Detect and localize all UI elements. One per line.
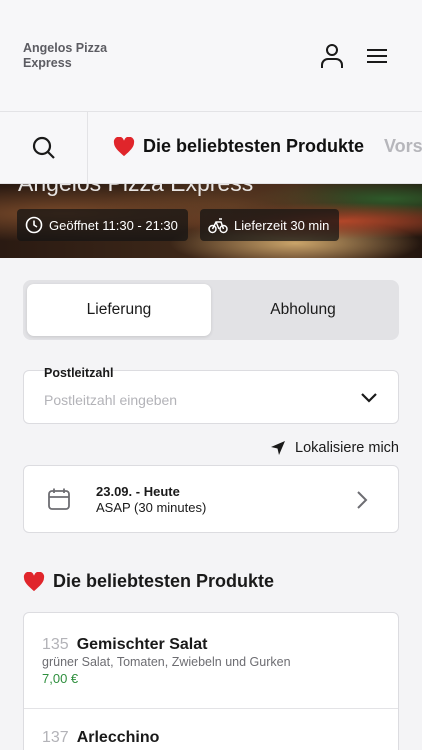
category-tab-next[interactable]: Vors: [384, 136, 422, 157]
clock-icon: [25, 216, 43, 234]
product-title: 135 Gemischter Salat: [42, 636, 207, 654]
order-type-toggle: Lieferung Abholung: [23, 280, 399, 340]
app-header: Angelos Pizza Express: [0, 0, 422, 112]
delivery-slot: ASAP (30 minutes): [96, 500, 207, 515]
pickup-option[interactable]: Abholung: [211, 284, 395, 336]
locate-me-label: Lokalisiere mich: [295, 440, 399, 456]
product-description: grüner Salat, Tomaten, Zwiebeln und Gurk…: [42, 655, 291, 669]
opening-hours-badge: Geöffnet 11:30 - 21:30: [17, 209, 188, 241]
category-tab-label: Die beliebtesten Produkte: [143, 136, 365, 156]
delivery-time-badge: Lieferzeit 30 min: [200, 209, 340, 241]
heart-icon: [23, 571, 45, 591]
product-item[interactable]: 135 Gemischter Salat grüner Salat, Tomat…: [24, 613, 398, 709]
restaurant-title: Angelos Pizza Express: [18, 184, 253, 197]
location-arrow-icon: [271, 441, 286, 455]
section-title-text: Die beliebtesten Produkte: [53, 571, 275, 591]
product-name: Gemischter Salat: [76, 636, 208, 653]
search-icon: [32, 136, 55, 159]
search-button[interactable]: [0, 112, 88, 183]
category-bar: Die beliebtesten Produkte Vors: [0, 112, 422, 184]
menu-icon[interactable]: [364, 42, 390, 70]
opening-hours-text: Geöffnet 11:30 - 21:30: [49, 217, 178, 233]
hero-banner: Angelos Pizza Express Geöffnet 11:30 - 2…: [0, 184, 422, 258]
bike-icon: [208, 218, 228, 234]
brand-name[interactable]: Angelos Pizza Express: [23, 41, 133, 71]
chevron-down-icon: [360, 391, 378, 409]
product-number: 135: [42, 636, 69, 653]
product-title: 137 Arlecchino: [42, 729, 159, 747]
postal-code-select[interactable]: Postleitzahl Postleitzahl eingeben: [23, 366, 399, 424]
product-list: 135 Gemischter Salat grüner Salat, Tomat…: [23, 612, 399, 750]
product-item[interactable]: 137 Arlecchino: [24, 709, 398, 750]
delivery-time-picker[interactable]: 23.09. - Heute ASAP (30 minutes): [23, 465, 399, 533]
delivery-date: 23.09. - Heute: [96, 484, 180, 499]
postal-code-label: Postleitzahl: [44, 366, 114, 380]
category-tab-popular[interactable]: Die beliebtesten Produkte: [113, 136, 364, 157]
user-icon[interactable]: [319, 42, 345, 70]
calendar-icon: [47, 487, 71, 516]
category-tab-label: Vors: [384, 136, 422, 156]
product-number: 137: [42, 729, 69, 746]
delivery-time-text: Lieferzeit 30 min: [234, 217, 330, 233]
locate-me-button[interactable]: Lokalisiere mich: [270, 440, 399, 456]
postal-code-placeholder: Postleitzahl eingeben: [44, 392, 178, 408]
product-name: Arlecchino: [76, 729, 160, 746]
product-price: 7,00 €: [42, 671, 79, 686]
delivery-option[interactable]: Lieferung: [27, 284, 211, 336]
chevron-right-icon: [356, 490, 368, 515]
section-title: Die beliebtesten Produkte: [23, 571, 274, 592]
heart-icon: [113, 136, 135, 156]
